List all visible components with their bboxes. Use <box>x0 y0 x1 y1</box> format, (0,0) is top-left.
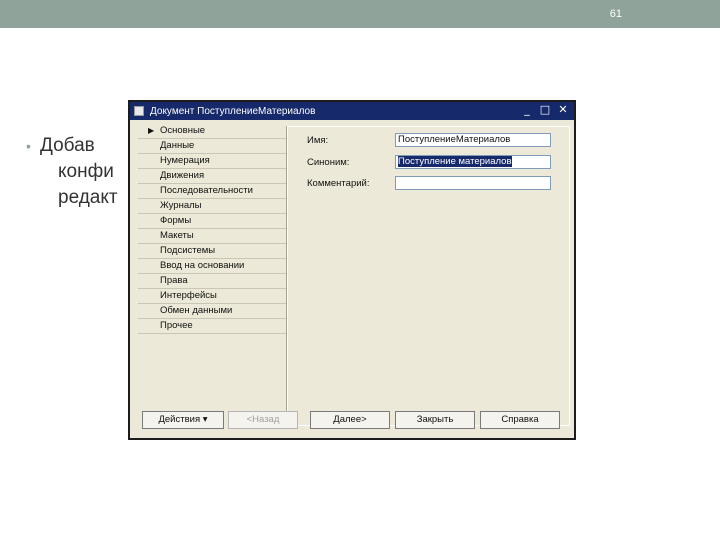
nav-item-makety[interactable]: Макеты <box>138 229 286 244</box>
nav-item-zhurnaly[interactable]: Журналы <box>138 199 286 214</box>
nav-item-osnovnye[interactable]: ▶ Основные <box>138 124 286 139</box>
nav-item-prava[interactable]: Права <box>138 274 286 289</box>
nav-item-label: Последовательности <box>160 185 253 196</box>
nav-item-dannye[interactable]: Данные <box>138 139 286 154</box>
nav-item-dvizheniya[interactable]: Движения <box>138 169 286 184</box>
properties-panel: Имя: ПоступлениеМатериалов Синоним: Пост… <box>286 126 570 426</box>
window-controls: _ □ ✕ <box>520 104 570 117</box>
nav-item-label: Подсистемы <box>160 245 216 256</box>
comment-input[interactable] <box>395 176 551 190</box>
bullet-line-2: конфи <box>58 161 114 182</box>
nav-item-interfeysy[interactable]: Интерфейсы <box>138 289 286 304</box>
synonym-label: Синоним: <box>307 157 350 168</box>
nav-item-label: Формы <box>160 215 192 226</box>
comment-label: Комментарий: <box>307 178 370 189</box>
bullet-line-1: Добав <box>40 135 95 156</box>
nav-item-posledovatelnosti[interactable]: Последовательности <box>138 184 286 199</box>
slide-number: 61 <box>609 8 622 20</box>
bullet-dot-icon: • <box>26 138 31 154</box>
close-icon[interactable]: ✕ <box>556 104 570 117</box>
bullet-text: • Добав конфи редакт <box>26 133 118 211</box>
document-icon <box>134 106 144 116</box>
next-button[interactable]: Далее> <box>310 411 390 429</box>
nav-item-label: Ввод на основании <box>160 260 245 271</box>
nav-item-label: Интерфейсы <box>160 290 217 301</box>
name-input[interactable]: ПоступлениеМатериалов <box>395 133 551 147</box>
nav-item-label: Нумерация <box>160 155 210 166</box>
nav-item-label: Права <box>160 275 188 286</box>
nav-item-numeraciya[interactable]: Нумерация <box>138 154 286 169</box>
name-label: Имя: <box>307 135 329 146</box>
nav-item-label: Основные <box>160 125 206 136</box>
nav-item-label: Данные <box>160 140 195 151</box>
minimize-icon[interactable]: _ <box>520 104 534 117</box>
nav-item-label: Макеты <box>160 230 194 241</box>
nav-item-label: Прочее <box>160 320 193 331</box>
section-nav: ▶ Основные Данные Нумерация Движения Посл… <box>138 124 286 356</box>
window-titlebar[interactable]: Документ ПоступлениеМатериалов _ □ ✕ <box>130 102 574 120</box>
pointer-arrow-icon: ▶ <box>148 126 155 135</box>
nav-item-label: Движения <box>160 170 205 181</box>
nav-item-prochee[interactable]: Прочее <box>138 319 286 334</box>
maximize-icon[interactable]: □ <box>538 104 552 117</box>
nav-item-label: Обмен данными <box>160 305 233 316</box>
nav-item-label: Журналы <box>160 200 202 211</box>
window-title: Документ ПоступлениеМатериалов <box>150 105 316 117</box>
synonym-input[interactable]: Поступление материалов <box>395 155 551 169</box>
synonym-selected-text: Поступление материалов <box>398 156 512 167</box>
close-button[interactable]: Закрыть <box>395 411 475 429</box>
back-button[interactable]: <Назад <box>228 411 298 429</box>
slide-top-bar: 61 <box>0 0 720 28</box>
dropdown-arrow-icon: ▾ <box>202 414 208 425</box>
window-client-area: ▶ Основные Данные Нумерация Движения Посл… <box>130 120 574 438</box>
bullet-line-3: редакт <box>58 187 118 208</box>
document-editor-window: Документ ПоступлениеМатериалов _ □ ✕ ▶ Ос… <box>128 100 576 440</box>
nav-item-obmen-dannymi[interactable]: Обмен данными <box>138 304 286 319</box>
nav-item-podsistemy[interactable]: Подсистемы <box>138 244 286 259</box>
actions-label: Действия <box>158 414 201 425</box>
nav-item-vvod-na-osnovanii[interactable]: Ввод на основании <box>138 259 286 274</box>
nav-item-formy[interactable]: Формы <box>138 214 286 229</box>
actions-button[interactable]: Действия ▾ <box>142 411 224 429</box>
help-button[interactable]: Справка <box>480 411 560 429</box>
